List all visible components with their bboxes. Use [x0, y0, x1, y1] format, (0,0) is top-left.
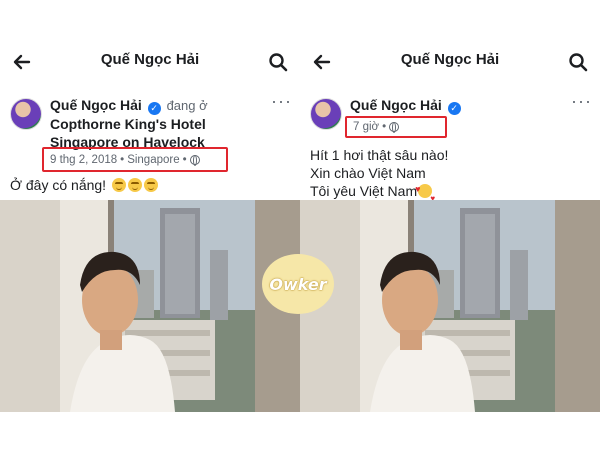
caption-line: Hít 1 hơi thật sâu nào!: [310, 147, 449, 163]
smiling-hearts-emoji-icon: [415, 180, 435, 208]
post-header-text: Quế Ngọc Hải ✓: [350, 96, 568, 115]
post-location[interactable]: Singapore: [127, 154, 179, 166]
post-caption: Ở đây có nắng!: [10, 176, 158, 194]
post-photo[interactable]: [300, 200, 600, 412]
meta-separator: •: [382, 121, 387, 133]
globe-icon: [389, 122, 400, 133]
left-post-panel: Quế Ngọc Hải Quế Ngọc Hải ✓ đang ở Copth…: [0, 0, 300, 450]
post-date[interactable]: 9 thg 2, 2018: [50, 154, 117, 166]
more-icon: ···: [571, 91, 592, 111]
post-header-text: Quế Ngọc Hải ✓ đang ở Copthorne King's H…: [50, 96, 268, 151]
post-time[interactable]: 7 giờ: [353, 121, 379, 133]
highlight-box: 9 thg 2, 2018 • Singapore •: [42, 147, 228, 172]
author-name[interactable]: Quế Ngọc Hải: [50, 97, 142, 113]
right-topbar: Quế Ngọc Hải: [300, 40, 600, 84]
more-icon: ···: [271, 91, 292, 111]
search-button[interactable]: [264, 48, 292, 76]
verified-icon: ✓: [147, 102, 161, 115]
right-post-panel: Quế Ngọc Hải Quế Ngọc Hải ✓ ··· 7 giờ • …: [300, 0, 600, 450]
globe-icon: [189, 154, 200, 166]
avatar[interactable]: [10, 98, 42, 130]
sunglasses-emoji-icon: [111, 178, 126, 192]
page-title: Quế Ngọc Hải: [400, 51, 500, 68]
post-meta: 9 thg 2, 2018 • Singapore •: [50, 154, 200, 166]
page-title: Quế Ngọc Hải: [100, 51, 200, 68]
checkin-place[interactable]: Copthorne King's Hotel Singapore on Have…: [50, 116, 206, 150]
sunglasses-emoji-icon: [127, 178, 142, 192]
caption-line-with-emoji: Tôi yêu Việt Nam: [310, 180, 448, 208]
sunglasses-emoji-icon: [143, 178, 158, 192]
verified-icon: ✓: [447, 102, 461, 115]
avatar[interactable]: [310, 98, 342, 130]
caption-line: Tôi yêu Việt Nam: [310, 183, 418, 199]
search-button[interactable]: [564, 48, 592, 76]
post-photo[interactable]: [0, 200, 300, 412]
search-icon: [269, 53, 288, 72]
more-options-button[interactable]: ···: [571, 92, 592, 110]
post-caption: Hít 1 hơi thật sâu nào! Xin chào Việt Na…: [310, 146, 449, 208]
meta-separator: •: [182, 153, 187, 166]
caption-line: Xin chào Việt Nam: [310, 165, 426, 181]
post-meta: 7 giờ •: [353, 121, 400, 133]
left-topbar: Quế Ngọc Hải: [0, 40, 300, 84]
highlight-box: 7 giờ •: [345, 116, 447, 138]
watermark-logo: Owker: [262, 254, 334, 314]
search-icon: [569, 53, 588, 72]
meta-separator: •: [120, 153, 125, 166]
checkin-prefix: đang ở: [166, 98, 208, 113]
author-name[interactable]: Quế Ngọc Hải: [350, 97, 442, 113]
caption-text: Ở đây có nắng!: [10, 177, 107, 193]
watermark-text: Owker: [269, 274, 327, 294]
more-options-button[interactable]: ···: [271, 92, 292, 110]
